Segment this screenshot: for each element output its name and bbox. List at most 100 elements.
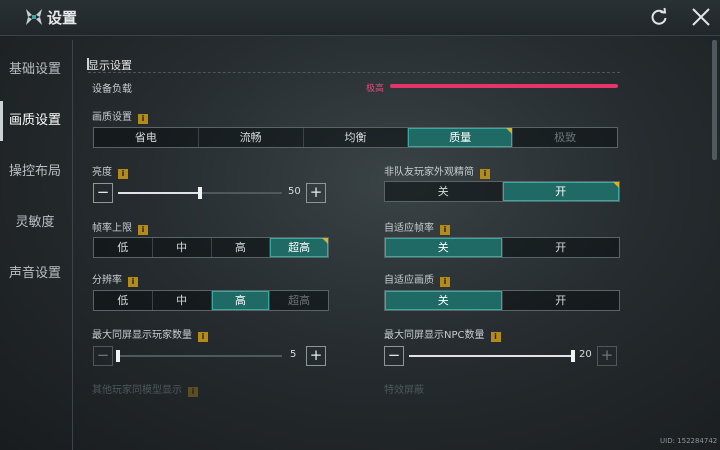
device-load-bar [390,84,618,88]
selected-corner-icon [613,182,619,188]
section-divider [88,72,620,73]
brightness-handle[interactable] [198,187,202,199]
adaptive-quality-label-text: 自适应画质 [384,275,434,286]
frame-limit-medium[interactable]: 中 [152,238,212,257]
max-players-stepper: − 5 + [93,346,327,366]
frame-limit-label: 帧率上限 i [92,219,148,235]
quality-label: 画质设置 i [92,108,148,124]
info-icon[interactable]: i [490,332,501,342]
non-team-simplify-off[interactable]: 关 [385,182,503,201]
brightness-stepper: − 50 + [93,183,327,203]
resolution-low[interactable]: 低 [94,291,153,310]
max-players-label-text: 最大同屏显示玩家数量 [92,330,192,341]
max-npc-value: 20 [579,349,592,360]
sidebar-item-sound[interactable]: 声音设置 [0,254,70,294]
effect-block-label: 特效屏蔽 [384,385,424,396]
non-team-simplify-label: 非队友玩家外观精简 i [384,163,490,179]
max-players-slider[interactable] [116,350,282,362]
brightness-slider[interactable] [118,187,282,199]
close-icon[interactable] [690,6,712,28]
other-player-model-label-text: 其他玩家同模型显示 [92,385,182,396]
resolution-label: 分辨率 i [92,271,138,287]
scrollbar[interactable] [712,40,717,160]
info-icon[interactable]: i [128,277,138,287]
device-load-label: 设备负载 [92,84,132,95]
quality-label-text: 画质设置 [92,112,132,123]
brightness-fill [118,192,200,194]
non-team-simplify-on-label: 开 [555,185,567,198]
adaptive-framerate-label: 自适应帧率 i [384,219,450,235]
page-title: 设置 [47,9,78,27]
sidebar-divider [72,40,73,450]
max-players-decrease-button[interactable]: − [93,346,113,366]
sidebar-item-sensitivity[interactable]: 灵敏度 [0,203,70,243]
non-team-simplify-label-text: 非队友玩家外观精简 [384,167,474,178]
max-npc-stepper: − 20 + [384,346,618,366]
adaptive-framerate-label-text: 自适应帧率 [384,223,434,234]
max-npc-fill [409,355,573,357]
info-icon[interactable]: i [198,332,208,342]
sidebar-item-graphics[interactable]: 画质设置 [0,101,70,141]
max-players-increase-button[interactable]: + [306,346,326,366]
info-icon[interactable]: i [440,225,450,235]
resolution-selector: 低 中 高 超高 [93,290,329,311]
max-npc-decrease-button[interactable]: − [384,346,404,366]
other-player-model-label: 其他玩家同模型显示 i [92,381,198,397]
brightness-label: 亮度 i [92,163,128,179]
frame-limit-ultra-label: 超高 [288,241,311,254]
frame-limit-low[interactable]: 低 [94,238,153,257]
adaptive-framerate-toggle: 关 开 [384,237,620,258]
quality-option-quality[interactable]: 质量 [408,128,514,147]
resolution-ultra[interactable]: 超高 [270,291,328,310]
frame-limit-ultra[interactable]: 超高 [270,238,328,257]
device-load-value: 极高 [366,84,385,94]
uid-text: UID: 152284742 [660,437,718,445]
selected-corner-icon [322,238,328,244]
max-npc-label-text: 最大同屏显示NPC数量 [384,330,485,341]
brightness-decrease-button[interactable]: − [93,183,113,203]
max-players-label: 最大同屏显示玩家数量 i [92,326,208,342]
quality-option-ultimate[interactable]: 极致 [513,128,617,147]
max-npc-handle[interactable] [571,350,575,362]
info-icon[interactable]: i [440,277,450,287]
info-icon: i [188,387,198,397]
non-team-simplify-toggle: 关 开 [384,181,620,202]
max-players-handle[interactable] [116,350,120,362]
adaptive-quality-on[interactable]: 开 [502,291,619,310]
section-title: 显示设置 [88,59,132,72]
adaptive-quality-off[interactable]: 关 [385,291,503,310]
resolution-high[interactable]: 高 [211,291,271,310]
adaptive-framerate-off[interactable]: 关 [385,238,503,257]
max-players-value: 5 [290,349,297,360]
sidebar-item-controls[interactable]: 操控布局 [0,152,70,192]
non-team-simplify-on[interactable]: 开 [502,182,619,201]
info-icon[interactable]: i [138,225,148,235]
info-icon[interactable]: i [480,169,490,179]
info-icon[interactable]: i [118,169,128,179]
max-npc-slider[interactable] [409,350,575,362]
quality-option-smooth[interactable]: 流畅 [198,128,304,147]
brightness-label-text: 亮度 [92,167,112,178]
brightness-value: 50 [288,186,301,197]
frame-limit-label-text: 帧率上限 [92,223,132,234]
selected-corner-icon [506,128,513,134]
brightness-increase-button[interactable]: + [306,183,326,203]
frame-limit-selector: 低 中 高 超高 [93,237,329,258]
adaptive-framerate-on[interactable]: 开 [502,238,619,257]
resolution-medium[interactable]: 中 [152,291,212,310]
adaptive-quality-toggle: 关 开 [384,290,620,311]
sidebar: 基础设置 画质设置 操控布局 灵敏度 声音设置 [0,36,70,450]
reset-icon[interactable] [648,6,670,28]
max-npc-increase-button[interactable]: + [597,346,617,366]
quality-selector: 省电 流畅 均衡 质量 极致 [93,127,618,148]
max-npc-label: 最大同屏显示NPC数量 i [384,326,501,342]
resolution-label-text: 分辨率 [92,275,122,286]
top-bar: 设置 [0,0,720,36]
quality-option-quality-label: 质量 [449,131,472,144]
quality-option-balanced[interactable]: 均衡 [303,128,409,147]
info-icon[interactable]: i [138,114,148,124]
frame-limit-high[interactable]: 高 [211,238,271,257]
quality-option-power[interactable]: 省电 [94,128,199,147]
logo-icon [26,9,42,25]
sidebar-item-basic[interactable]: 基础设置 [0,50,70,90]
